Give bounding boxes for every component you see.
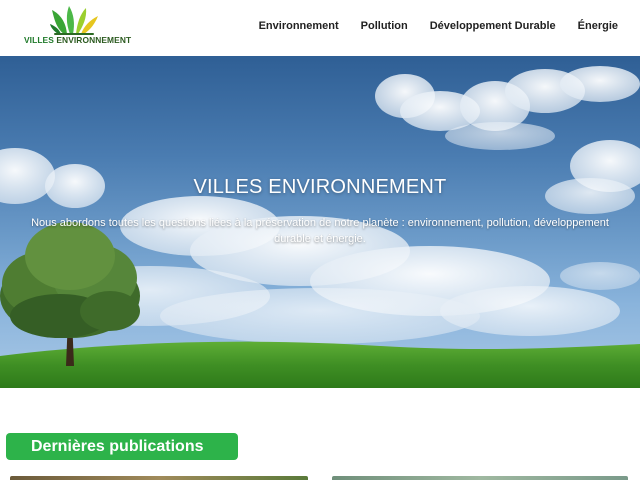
leaf-sprouts-logo-icon <box>50 6 98 35</box>
logo-text-villes: VILLES <box>24 35 54 45</box>
grass-hill <box>0 341 640 388</box>
hero-subtitle: Nous abordons toutes les questions liées… <box>31 217 609 245</box>
page: VILLES ENVIRONNEMENT Environnement Pollu… <box>0 0 640 480</box>
latest-publications-heading: Dernières publications <box>6 433 238 460</box>
site-logo[interactable]: VILLES ENVIRONNEMENT <box>24 4 132 48</box>
logo-text-environnement: ENVIRONNEMENT <box>56 35 132 45</box>
nav-item-developpement-durable[interactable]: Développement Durable <box>430 18 556 34</box>
site-header: VILLES ENVIRONNEMENT Environnement Pollu… <box>0 0 640 56</box>
hero-title: VILLES ENVIRONNEMENT <box>193 176 447 198</box>
nav-item-energie[interactable]: Énergie <box>578 18 618 34</box>
nav-item-pollution[interactable]: Pollution <box>361 18 408 34</box>
main-nav: Environnement Pollution Développement Du… <box>237 18 618 34</box>
nav-item-environnement[interactable]: Environnement <box>259 18 339 34</box>
hero-banner: VILLES ENVIRONNEMENT Nous abordons toute… <box>0 56 640 388</box>
publication-card-thumbnail[interactable] <box>10 476 308 480</box>
publication-card-thumbnail[interactable] <box>332 476 628 480</box>
logo-text: VILLES ENVIRONNEMENT <box>24 35 132 45</box>
